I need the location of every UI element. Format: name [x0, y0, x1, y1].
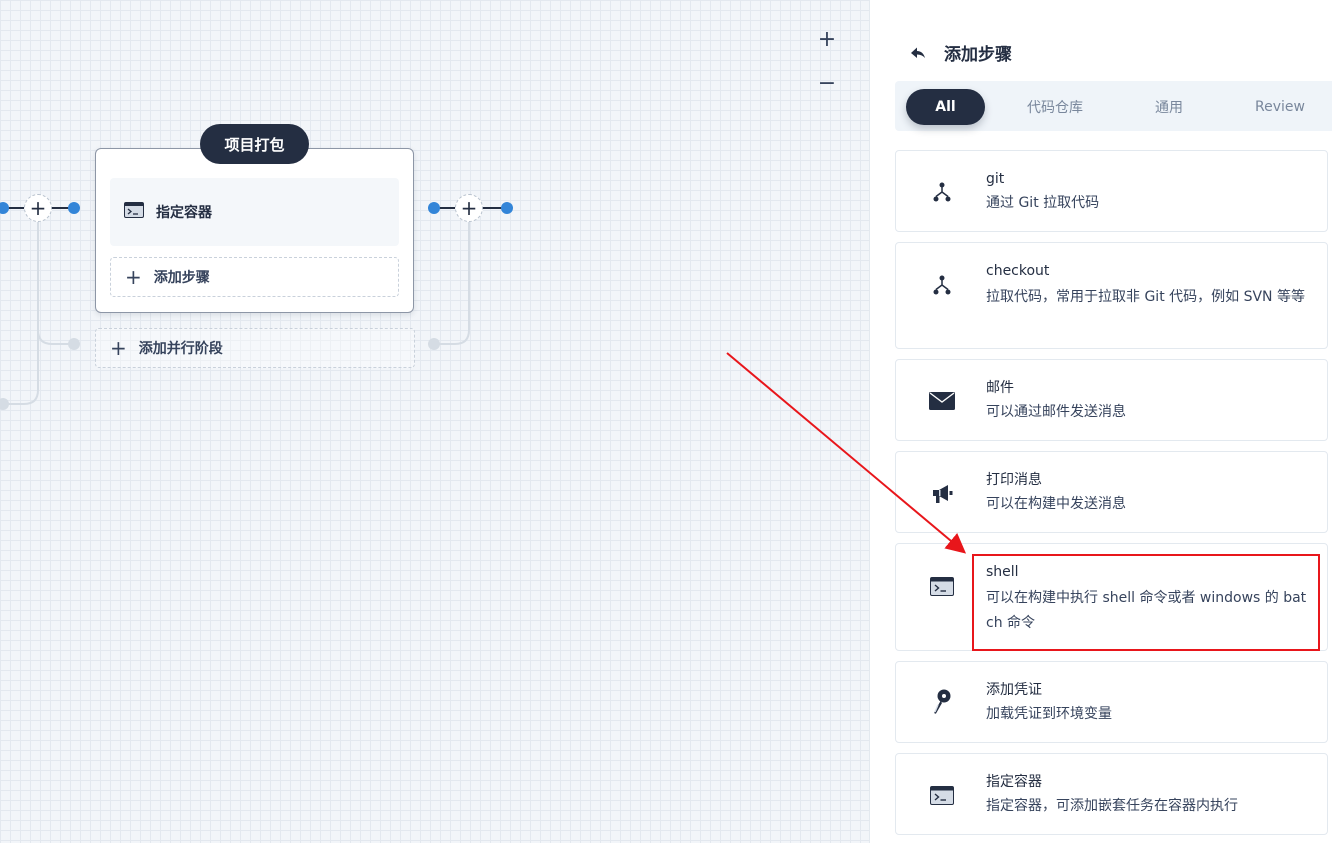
stage-step-label: 指定容器	[156, 205, 212, 221]
panel-header: 添加步骤	[908, 40, 1012, 65]
step-name: checkout	[986, 263, 1050, 279]
megaphone-icon	[928, 480, 956, 508]
tab-all[interactable]: All	[906, 89, 985, 125]
stage-title[interactable]: 项目打包	[200, 124, 309, 164]
connector-dot	[428, 338, 440, 350]
key-icon	[928, 688, 956, 716]
step-desc: 可以通过邮件发送消息	[986, 404, 1126, 420]
step-card-container[interactable]: 指定容器 指定容器，可添加嵌套任务在容器内执行	[895, 753, 1328, 835]
terminal-icon	[124, 202, 144, 222]
plus-icon: +	[125, 265, 142, 289]
step-desc: 通过 Git 拉取代码	[986, 195, 1100, 211]
step-name: git	[986, 171, 1005, 187]
step-desc: 指定容器，可添加嵌套任务在容器内执行	[986, 798, 1238, 814]
tab-code-repo[interactable]: 代码仓库	[1015, 89, 1095, 125]
step-card-checkout[interactable]: checkout 拉取代码，常用于拉取非 Git 代码，例如 SVN 等等	[895, 242, 1328, 349]
step-name: 打印消息	[986, 472, 1042, 488]
step-card-shell[interactable]: shell 可以在构建中执行 shell 命令或者 windows 的 batc…	[895, 543, 1328, 651]
step-name: 添加凭证	[986, 682, 1042, 698]
pipeline-canvas[interactable]: + − + + 项目打包 指定容器 + 添加步骤 + 添加并行阶段	[0, 0, 869, 843]
tab-general[interactable]: 通用	[1131, 89, 1207, 125]
connector-dot	[68, 202, 80, 214]
terminal-icon	[928, 781, 956, 809]
git-branch-icon	[928, 178, 956, 206]
step-card-print-message[interactable]: 打印消息 可以在构建中发送消息	[895, 451, 1328, 533]
step-name: 指定容器	[986, 774, 1042, 790]
add-step-label: 添加步骤	[153, 270, 210, 286]
add-parallel-stage-button[interactable]: + 添加并行阶段	[95, 328, 415, 368]
back-arrow-icon[interactable]	[908, 43, 928, 63]
step-desc: 拉取代码，常用于拉取非 Git 代码，例如 SVN 等等	[986, 289, 1305, 305]
step-name: 邮件	[986, 380, 1014, 396]
step-desc: 加载凭证到环境变量	[986, 706, 1112, 722]
step-name: shell	[986, 564, 1019, 580]
stage-step-item[interactable]: 指定容器	[110, 178, 399, 246]
step-card-git[interactable]: git 通过 Git 拉取代码	[895, 150, 1328, 232]
step-card-mail[interactable]: 邮件 可以通过邮件发送消息	[895, 359, 1328, 441]
stage-card: 指定容器 + 添加步骤	[95, 148, 414, 313]
connector-dot	[68, 338, 80, 350]
zoom-in-button[interactable]: +	[815, 28, 839, 52]
pipeline-connectors	[3, 207, 507, 405]
plus-icon: +	[110, 336, 127, 360]
zoom-out-button[interactable]: −	[815, 72, 839, 96]
add-step-button[interactable]: + 添加步骤	[110, 257, 399, 297]
panel-title: 添加步骤	[944, 45, 1012, 65]
tab-review[interactable]: Review	[1245, 89, 1315, 125]
mail-icon	[928, 387, 956, 415]
step-card-add-credential[interactable]: 添加凭证 加载凭证到环境变量	[895, 661, 1328, 743]
category-tabs: All 代码仓库 通用 Review	[895, 81, 1332, 131]
step-desc: 可以在构建中发送消息	[986, 496, 1126, 512]
connector-dot	[428, 202, 440, 214]
connector-dot	[501, 202, 513, 214]
git-branch-icon	[928, 271, 956, 299]
add-parallel-label: 添加并行阶段	[138, 341, 223, 357]
step-desc: 可以在构建中执行 shell 命令或者 windows 的 batch 命令	[986, 590, 1307, 631]
add-step-panel: 添加步骤 All 代码仓库 通用 Review git 通过 Git 拉取代码	[869, 0, 1332, 843]
terminal-icon	[928, 572, 956, 600]
add-stage-node[interactable]: +	[24, 194, 52, 222]
add-stage-node[interactable]: +	[455, 194, 483, 222]
